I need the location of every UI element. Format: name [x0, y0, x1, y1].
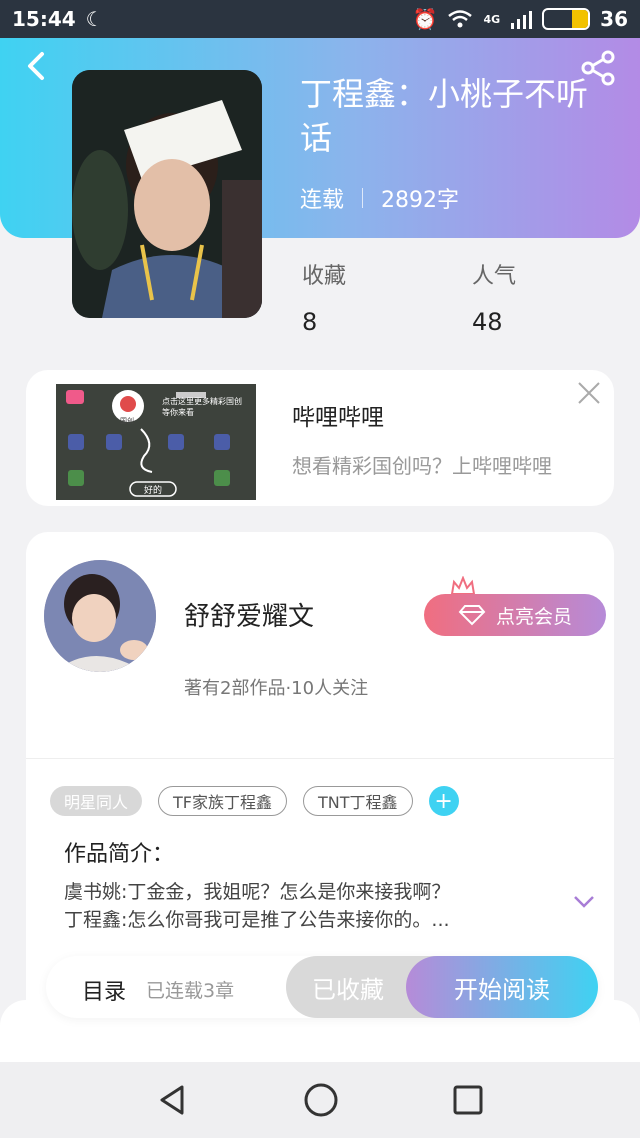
intro-text[interactable]: 虞书姚:丁金金，我姐呢？怎么是你来接我啊？ 丁程鑫:怎么你哥我可是推了公告来接你…: [64, 878, 504, 934]
book-cover[interactable]: [72, 70, 262, 318]
ad-thumbnail: 点击这里更多精彩国创等你来看 国创 好的: [56, 384, 256, 500]
word-count: 2892字: [381, 188, 460, 213]
stat-value: 8: [302, 308, 318, 336]
battery-icon: [542, 8, 591, 30]
crown-icon: [450, 576, 476, 595]
back-arrow-icon[interactable]: [18, 48, 54, 84]
favorite-label: 已收藏: [312, 975, 384, 1004]
close-icon[interactable]: [574, 378, 604, 408]
battery-level: 36: [600, 7, 628, 31]
author-name[interactable]: 舒舒爱耀文: [184, 596, 314, 633]
vip-label: 点亮会员: [495, 605, 572, 628]
stat-label: 收藏: [302, 264, 347, 289]
book-status: 连载: [300, 188, 345, 213]
toc-button[interactable]: 目录: [82, 974, 126, 1006]
tag-item[interactable]: 明星同人: [50, 786, 143, 816]
intro-label: 作品简介：: [64, 842, 175, 867]
stat-popularity: 人气 48: [472, 258, 516, 336]
divider: [26, 758, 614, 759]
nav-back-icon[interactable]: [156, 1083, 190, 1117]
ad-description: 想看精彩国创吗？上哔哩哔哩: [292, 454, 552, 478]
system-nav-bar: [0, 1062, 640, 1138]
signal-icon: [511, 11, 533, 29]
chevron-down-icon[interactable]: [572, 894, 596, 910]
status-time: 15:44: [12, 7, 76, 31]
start-reading-label: 开始阅读: [454, 975, 550, 1004]
stat-label: 人气: [472, 264, 517, 289]
wifi-icon: [448, 10, 473, 28]
book-title: 丁程鑫：小桃子不听话: [300, 75, 589, 157]
author-avatar[interactable]: [44, 560, 156, 672]
intro-line: 丁程鑫:怎么你哥我可是推了公告来接你的。...: [64, 909, 450, 931]
ad-thumb-badge: 国创: [120, 417, 134, 425]
tag-item[interactable]: TNT丁程鑫: [303, 786, 413, 816]
ad-thumb-caption: 点击这里更多精彩国创等你来看: [162, 397, 242, 417]
tag-list: 明星同人 TF家族丁程鑫 TNT丁程鑫 +: [50, 786, 459, 816]
toc-count: 已连载3章: [146, 980, 235, 1002]
vip-button[interactable]: 点亮会员: [424, 594, 606, 636]
diamond-icon: [458, 605, 486, 626]
stat-value: 48: [472, 308, 503, 336]
ad-thumb-button: 好的: [144, 486, 163, 496]
ad-card[interactable]: 点击这里更多精彩国创等你来看 国创 好的 哔哩哔哩 想看精彩国创吗？上哔哩哔哩: [26, 370, 614, 506]
book-meta: 连载 2892字: [300, 182, 459, 214]
moon-icon: ☾: [85, 7, 104, 31]
cover-image: [72, 70, 262, 318]
nav-home-icon[interactable]: [303, 1082, 339, 1118]
tag-item[interactable]: TF家族丁程鑫: [158, 786, 287, 816]
bottom-action-bar: 目录 已连载3章 已收藏 开始阅读: [46, 956, 598, 1018]
stat-favorites: 收藏 8: [302, 258, 346, 336]
status-bar: 15:44 ☾ ⏰ 4G 36: [0, 0, 640, 38]
start-reading-button[interactable]: 开始阅读: [406, 956, 598, 1018]
intro-line: 虞书姚:丁金金，我姐呢？怎么是你来接我啊？: [64, 881, 451, 903]
plus-icon[interactable]: +: [428, 786, 459, 816]
network-label: 4G: [483, 12, 501, 26]
nav-recents-icon[interactable]: [452, 1084, 484, 1116]
alarm-icon: ⏰: [412, 7, 438, 31]
meta-divider: [362, 188, 364, 208]
ad-title: 哔哩哔哩: [292, 405, 384, 431]
author-stats: 著有2部作品·10人关注: [184, 678, 369, 699]
